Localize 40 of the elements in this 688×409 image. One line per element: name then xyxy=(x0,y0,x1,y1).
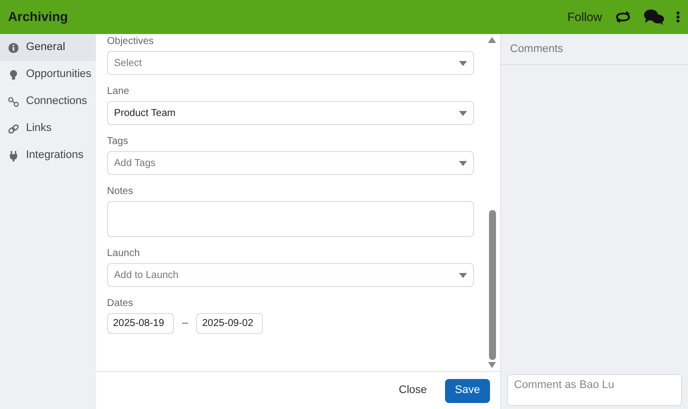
sidebar-item[interactable]: Connections xyxy=(0,88,96,115)
chat-icon[interactable] xyxy=(644,9,664,25)
info-icon xyxy=(8,42,19,54)
date-field[interactable]: 2025-08-19 xyxy=(107,313,174,334)
follow-button[interactable]: Follow xyxy=(567,8,602,26)
sync-icon[interactable] xyxy=(614,11,632,23)
link-icon xyxy=(8,122,19,134)
field-label: Lane xyxy=(107,86,130,98)
sidebar-item[interactable]: Links xyxy=(0,115,96,142)
caret-icon xyxy=(459,60,467,66)
save-button[interactable]: Save xyxy=(444,378,490,402)
caret-icon xyxy=(459,272,467,278)
sidebar-item[interactable]: Integrations xyxy=(0,142,96,169)
range-separator: – xyxy=(181,316,190,332)
date-field[interactable]: 2025-09-02 xyxy=(196,313,264,334)
window-title: Archiving xyxy=(8,8,68,26)
comment-field[interactable]: Comment as Bao Lu xyxy=(507,374,682,406)
dropdown-field[interactable]: Add Tags xyxy=(107,151,474,175)
scroll-up-icon[interactable] xyxy=(488,37,496,43)
panel-title: Comments xyxy=(510,42,564,57)
sidebar-item[interactable]: General xyxy=(0,34,96,61)
field-label: Objectives xyxy=(107,36,155,48)
dropdown-field[interactable]: Product Team xyxy=(107,101,474,125)
field-label: Notes xyxy=(107,186,134,198)
scroll-down-icon[interactable] xyxy=(488,362,496,368)
sidebar-item[interactable]: Opportunities xyxy=(0,61,96,88)
notes-field[interactable] xyxy=(107,201,474,237)
connection-icon xyxy=(8,96,19,108)
more-options-icon[interactable] xyxy=(676,11,680,23)
field-label: Dates xyxy=(107,298,134,310)
plug-icon xyxy=(8,150,19,162)
field-label: Launch xyxy=(107,248,141,260)
caret-icon xyxy=(459,110,467,116)
dropdown-field[interactable]: Select xyxy=(107,51,474,75)
field-label: Tags xyxy=(107,136,130,148)
lightbulb-icon xyxy=(8,68,19,80)
close-button[interactable]: Close xyxy=(392,378,433,402)
scrollbar-thumb[interactable] xyxy=(488,210,496,360)
caret-icon xyxy=(459,160,467,166)
dropdown-field[interactable]: Add to Launch xyxy=(107,263,474,287)
